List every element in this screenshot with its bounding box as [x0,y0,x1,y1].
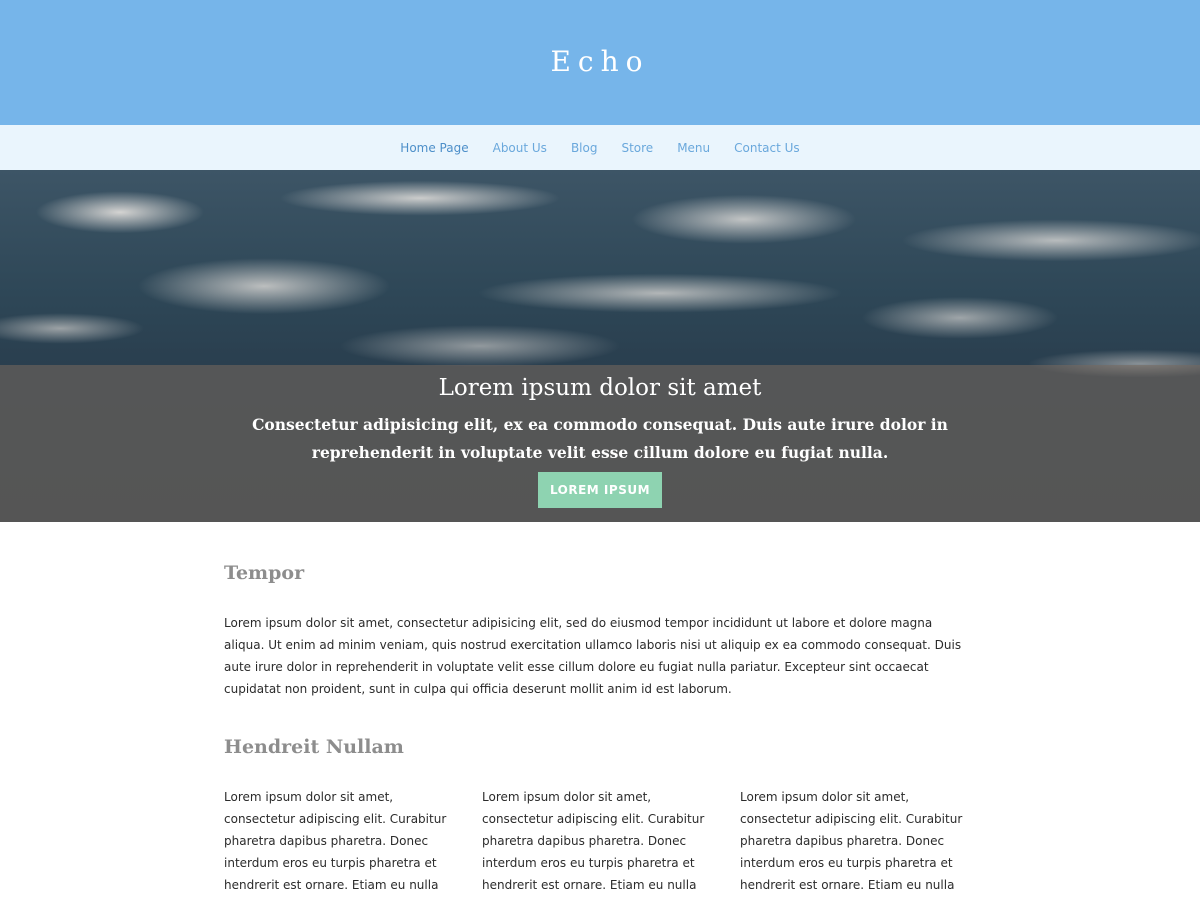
hero-subtitle: Consectetur adipisicing elit, ex ea comm… [252,415,948,462]
section-title-hendreit-nullam: Hendreit Nullam [224,736,404,758]
main-nav: Home Page About Us Blog Store Menu Conta… [0,125,1200,170]
nav-item-contact-us[interactable]: Contact Us [734,141,800,155]
nav-item-about-us[interactable]: About Us [493,141,547,155]
hero-cta-button[interactable]: LOREM IPSUM [537,472,663,508]
section-body-tempor: Lorem ipsum dolor sit amet, consectetur … [224,616,962,696]
nav-item-home-page[interactable]: Home Page [400,141,468,155]
site-header: Echo [0,0,1200,125]
hero-content: Lorem ipsum dolor sit amet Consectetur a… [0,375,1200,508]
nav-item-store[interactable]: Store [621,141,653,155]
text-columns: Lorem ipsum dolor sit amet, consectetur … [224,786,976,900]
site-title[interactable]: Echo [550,45,649,78]
hero-banner: Lorem ipsum dolor sit amet Consectetur a… [0,170,1200,522]
section-title-tempor: Tempor [224,562,305,584]
nav-item-blog[interactable]: Blog [571,141,598,155]
column-text: Lorem ipsum dolor sit amet, consectetur … [224,790,447,892]
main-content: Tempor Lorem ipsum dolor sit amet, conse… [224,522,976,900]
column-text: Lorem ipsum dolor sit amet, consectetur … [482,790,705,892]
hero-title: Lorem ipsum dolor sit amet [438,375,762,401]
nav-item-menu[interactable]: Menu [677,141,710,155]
column-text: Lorem ipsum dolor sit amet, consectetur … [740,790,963,892]
